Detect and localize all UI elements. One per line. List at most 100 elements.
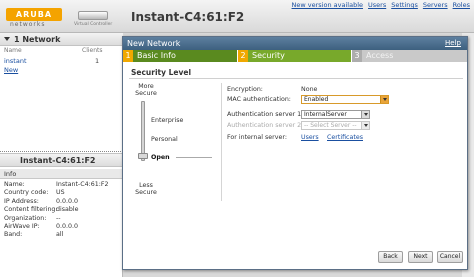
auth-server1-row: Authentication server 1: InternalServer (227, 110, 463, 120)
users-link[interactable]: Users (301, 134, 319, 141)
chevron-down-icon[interactable] (361, 111, 369, 118)
info-key: Name: (4, 181, 25, 188)
users-link[interactable]: Users (368, 1, 386, 9)
top-nav-links: New version available Users Settings Ser… (292, 1, 470, 9)
step-number: 3 (352, 50, 362, 62)
virtual-controller-icon: Virtual Controller (74, 10, 112, 30)
left-panel: 1 Network Name Clients instant 1 New Ins… (0, 33, 123, 277)
chevron-down-icon (361, 122, 369, 129)
info-value: 0.0.0.0 (56, 197, 79, 205)
roles-link[interactable]: Roles (453, 1, 470, 9)
info-table: Name: Instant-C4:61:F2 Country code: US IP… (4, 181, 122, 240)
selected-level-indicator (176, 157, 212, 158)
step-security[interactable]: 2 Security (238, 50, 352, 62)
network-row[interactable]: instant 1 (4, 57, 120, 65)
virtual-controller-label: Virtual Controller (74, 22, 113, 27)
security-form: Encryption: None MAC authentication: Ena… (227, 85, 463, 155)
auth-server1-select[interactable]: InternalServer (301, 110, 370, 119)
step-number: 1 (123, 50, 133, 62)
network-clients: 1 (95, 57, 100, 65)
networks-title: 1 Network (14, 35, 61, 44)
ap-title: Instant-C4:61:F2 (20, 156, 96, 165)
slider-handle[interactable] (138, 153, 148, 159)
vertical-divider (221, 83, 222, 201)
step-label: Security (252, 51, 285, 60)
section-title: Security Level (131, 68, 192, 77)
info-row: Organization: -- (4, 215, 122, 223)
step-label: Basic Info (137, 51, 176, 60)
settings-link[interactable]: Settings (391, 1, 418, 9)
encryption-value: None (301, 86, 318, 93)
next-button[interactable]: Next (408, 251, 433, 263)
level-personal[interactable]: Personal (151, 136, 178, 143)
step-access: 3 Access (352, 50, 467, 62)
controller-device-icon (78, 11, 108, 20)
auth-server2-value: -- Select Server -- (304, 122, 357, 129)
section-divider (129, 78, 463, 79)
info-row: AirWave IP: 0.0.0.0 (4, 223, 122, 231)
auth-server1-label: Authentication server 1: (227, 111, 304, 118)
column-name: Name (4, 47, 22, 54)
info-row: IP Address: 0.0.0.0 (4, 198, 122, 206)
info-key: IP Address: (4, 197, 39, 205)
help-link[interactable]: Help (445, 39, 461, 47)
networks-columns: Name Clients (4, 47, 120, 55)
auth-server2-label: Authentication server 2: (227, 122, 304, 129)
back-button[interactable]: Back (378, 251, 403, 263)
security-level-slider: More Secure Enterprise Personal Open Les… (133, 83, 219, 199)
info-value: disable (56, 206, 79, 214)
info-key: Organization: (4, 214, 47, 222)
aruba-logo: ARUBA networks (6, 8, 62, 28)
page-title: Instant-C4:61:F2 (131, 10, 245, 24)
app-header: ARUBA networks Virtual Controller Instan… (0, 0, 474, 33)
info-value: US (56, 189, 65, 197)
aruba-logo-sub: networks (10, 21, 46, 28)
info-value: all (56, 231, 64, 239)
step-basic-info[interactable]: 1 Basic Info (123, 50, 238, 62)
info-value: Instant-C4:61:F2 (56, 181, 109, 188)
step-number: 2 (238, 50, 248, 62)
certificates-link[interactable]: Certificates (327, 134, 363, 141)
dialog-title: New Network (127, 39, 181, 48)
info-header[interactable]: Info (0, 169, 123, 179)
cancel-button[interactable]: Cancel (437, 251, 463, 263)
slider-track[interactable] (141, 101, 145, 161)
info-key: Band: (4, 231, 23, 239)
panel-divider (0, 151, 123, 152)
mac-auth-value: Enabled (304, 96, 329, 103)
encryption-row: Encryption: None (227, 85, 463, 95)
level-open[interactable]: Open (151, 154, 170, 161)
auth-server2-select: -- Select Server -- (301, 121, 370, 130)
info-row: Band: all (4, 231, 122, 239)
new-version-link[interactable]: New version available (292, 1, 363, 9)
info-value: -- (56, 214, 61, 222)
level-enterprise[interactable]: Enterprise (151, 117, 183, 124)
info-row: Content filtering: disable (4, 206, 122, 214)
new-network-link[interactable]: New (4, 66, 18, 74)
dialog-title-bar: New Network Help (123, 37, 467, 50)
encryption-label: Encryption: (227, 86, 263, 93)
mac-auth-select[interactable]: Enabled (301, 95, 389, 104)
internal-server-row: For internal server: Users Certificates (227, 133, 463, 143)
info-key: AirWave IP: (4, 222, 40, 230)
ap-header[interactable]: Instant-C4:61:F2 (0, 153, 123, 167)
network-name[interactable]: instant (4, 57, 27, 65)
wizard-steps: 1 Basic Info 2 Security 3 Access (123, 50, 467, 62)
mac-auth-label: MAC authentication: (227, 96, 291, 103)
mac-auth-row: MAC authentication: Enabled (227, 95, 463, 105)
less-secure-label: Less Secure (135, 182, 157, 196)
auth-server2-row: Authentication server 2: -- Select Serve… (227, 121, 463, 131)
internal-server-label: For internal server: (227, 134, 287, 141)
networks-header[interactable]: 1 Network (0, 33, 123, 46)
aruba-logo-mark: ARUBA (6, 8, 62, 21)
new-network-dialog: New Network Help 1 Basic Info 2 Security… (122, 36, 468, 270)
servers-link[interactable]: Servers (423, 1, 448, 9)
chevron-down-icon[interactable] (380, 96, 388, 103)
step-label: Access (366, 51, 394, 60)
auth-server1-value: InternalServer (304, 111, 347, 118)
info-key: Content filtering: (4, 206, 58, 214)
collapse-triangle-icon[interactable] (4, 37, 10, 41)
more-secure-label: More Secure (135, 83, 157, 97)
dialog-button-bar: Back Next Cancel (123, 247, 467, 269)
column-clients: Clients (82, 47, 103, 54)
